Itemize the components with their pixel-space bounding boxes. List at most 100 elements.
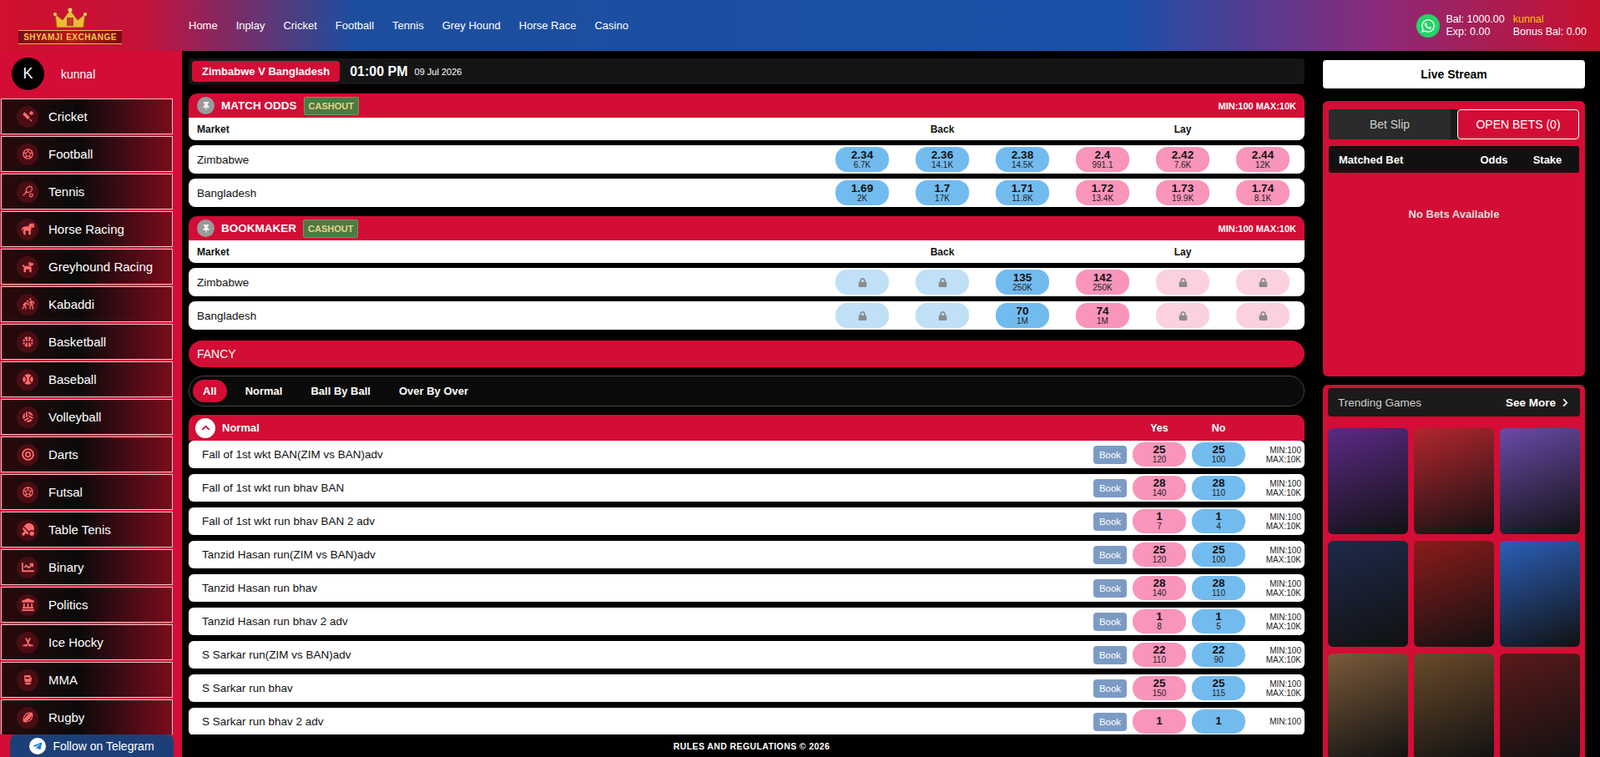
sidebar-item[interactable]: Rugby — [0, 699, 173, 735]
sport-list: CricketFootballTennisHorse RacingGreyhou… — [0, 96, 182, 735]
nav-link[interactable]: Horse Race — [519, 19, 577, 32]
pin-icon[interactable] — [196, 96, 215, 115]
back-odds-button[interactable]: 135250K — [995, 269, 1050, 295]
book-button[interactable]: Book — [1093, 545, 1127, 565]
back-odds-button[interactable]: 2.3814.5K — [995, 146, 1050, 172]
back-odds-button[interactable]: 2.346.7K — [835, 146, 889, 172]
no-odds-button[interactable]: 28110 — [1191, 575, 1246, 601]
sidebar-item[interactable]: Greyhound Racing — [0, 248, 173, 285]
fancy-name: S Sarkar run bhav 2 adv — [201, 715, 1088, 728]
odds-price: 2.38 — [1011, 149, 1034, 162]
book-button[interactable]: Book — [1093, 445, 1127, 465]
sidebar-item[interactable]: Table Tenis — [0, 511, 173, 548]
sidebar-item[interactable]: Darts — [0, 436, 173, 473]
filter-tab[interactable]: Normal — [235, 379, 293, 403]
game-tile[interactable] — [1499, 653, 1580, 757]
game-tile[interactable] — [1499, 428, 1580, 535]
no-odds-button[interactable]: 14 — [1191, 509, 1246, 534]
back-odds-button[interactable]: 1.692K — [835, 180, 889, 206]
sidebar-item[interactable]: Binary — [0, 549, 173, 586]
lay-odds-button[interactable]: 741M — [1075, 302, 1130, 329]
logo[interactable]: SHYAMJIEXCHANGE — [6, 7, 134, 45]
game-tile[interactable] — [1413, 540, 1495, 647]
lay-odds-button[interactable]: 1.7319.9K — [1155, 180, 1210, 206]
book-button[interactable]: Book — [1093, 512, 1127, 531]
bet-tab[interactable]: Bet Slip — [1328, 109, 1451, 140]
no-odds-button[interactable]: 1 — [1191, 709, 1246, 734]
yes-odds-button[interactable]: 25120 — [1132, 442, 1187, 467]
yes-odds-button[interactable]: 17 — [1132, 509, 1187, 534]
back-odds-button[interactable]: 2.3614.1K — [915, 146, 970, 172]
nav-link[interactable]: Grey Hound — [442, 19, 501, 32]
no-odds-button[interactable]: 25100 — [1191, 542, 1246, 567]
lay-odds-button[interactable]: 2.4412K — [1236, 146, 1290, 172]
yes-odds-button[interactable]: 25150 — [1132, 676, 1187, 701]
live-stream-button[interactable]: Live Stream — [1322, 60, 1585, 89]
sidebar-item[interactable]: Volleyball — [0, 398, 173, 435]
sidebar-item[interactable]: Baseball — [0, 361, 173, 398]
yes-odds-button[interactable]: 25120 — [1132, 542, 1187, 567]
game-tile[interactable] — [1327, 540, 1409, 647]
game-tile[interactable] — [1327, 653, 1409, 757]
sidebar-item[interactable]: Football — [0, 136, 173, 172]
book-button[interactable]: Book — [1093, 679, 1127, 698]
yes-odds-button[interactable]: 28140 — [1132, 575, 1187, 601]
lay-odds-button[interactable]: 1.748.1K — [1236, 180, 1290, 206]
nav-link[interactable]: Inplay — [236, 19, 266, 32]
back-odds-button[interactable]: 1.7111.8K — [995, 180, 1050, 206]
no-odds-button[interactable]: 2290 — [1191, 642, 1246, 667]
telegram-button[interactable]: Follow on Telegram — [10, 734, 174, 757]
no-odds-button[interactable]: 25115 — [1191, 676, 1246, 701]
sidebar-item[interactable]: Politics — [0, 586, 173, 623]
pin-icon[interactable] — [196, 219, 215, 238]
game-tile[interactable] — [1413, 428, 1495, 535]
cashout-button[interactable]: CASHOUT — [302, 219, 359, 238]
see-more-link[interactable]: See More — [1505, 396, 1570, 409]
lay-odds-button[interactable]: 1.7213.4K — [1075, 180, 1130, 206]
sidebar-item[interactable]: Horse Racing — [0, 211, 173, 248]
yes-odds-button[interactable]: 18 — [1132, 609, 1187, 634]
sidebar-item[interactable]: Cricket — [0, 98, 173, 135]
username[interactable]: kunnal — [1513, 13, 1587, 26]
game-tile[interactable] — [1413, 653, 1495, 757]
yes-odds-button[interactable]: 22110 — [1132, 642, 1187, 667]
no-odds-button[interactable]: 25100 — [1191, 442, 1246, 467]
filter-tab[interactable]: All — [192, 379, 228, 403]
filter-tab[interactable]: Over By Over — [388, 379, 479, 403]
lay-odds-button[interactable]: 142250K — [1075, 269, 1130, 295]
nav-link[interactable]: Tennis — [392, 19, 424, 32]
book-button[interactable]: Book — [1093, 579, 1127, 598]
sidebar-item[interactable]: Futsal — [0, 474, 173, 510]
no-odds-button[interactable]: 28110 — [1191, 475, 1246, 500]
collapse-button[interactable] — [195, 418, 216, 439]
nav-link[interactable]: Home — [188, 19, 218, 32]
sidebar-item[interactable]: Ice Hocky — [0, 624, 173, 661]
back-odds-button[interactable]: 1.717K — [915, 180, 970, 206]
yes-odds-button[interactable]: 1 — [1132, 709, 1187, 734]
whatsapp-icon[interactable] — [1416, 14, 1440, 38]
yes-odds-button[interactable]: 28140 — [1132, 475, 1187, 500]
book-button[interactable]: Book — [1093, 479, 1127, 498]
sidebar-item[interactable]: MMA — [0, 661, 173, 698]
lay-odds-button[interactable]: 2.4991.1 — [1075, 146, 1130, 172]
footer[interactable]: RULES AND REGULATIONS © 2026 — [181, 734, 1322, 757]
book-button[interactable]: Book — [1093, 646, 1127, 665]
sidebar-item[interactable]: Tennis — [0, 173, 173, 210]
cashout-button[interactable]: CASHOUT — [303, 96, 359, 116]
user-row[interactable]: Kkunnal — [0, 50, 176, 97]
nav-link[interactable]: Football — [335, 19, 374, 32]
filter-tab[interactable]: Ball By Ball — [300, 379, 381, 403]
nav-link[interactable]: Cricket — [282, 19, 317, 32]
book-button[interactable]: Book — [1093, 712, 1127, 732]
lay-odds-button[interactable]: 2.427.6K — [1155, 146, 1210, 172]
nav-link[interactable]: Casino — [594, 19, 628, 32]
game-tile[interactable] — [1327, 428, 1409, 535]
sidebar-item[interactable]: Basketball — [0, 323, 173, 360]
no-odds-button[interactable]: 15 — [1191, 609, 1246, 634]
game-tile[interactable] — [1499, 540, 1580, 647]
fancy-name: Fall of 1st wkt run bhav BAN — [201, 481, 1088, 495]
bet-tab[interactable]: OPEN BETS (0) — [1457, 109, 1580, 140]
book-button[interactable]: Book — [1093, 612, 1127, 631]
back-odds-button[interactable]: 701M — [995, 302, 1050, 329]
sidebar-item[interactable]: Kabaddi — [0, 286, 173, 323]
